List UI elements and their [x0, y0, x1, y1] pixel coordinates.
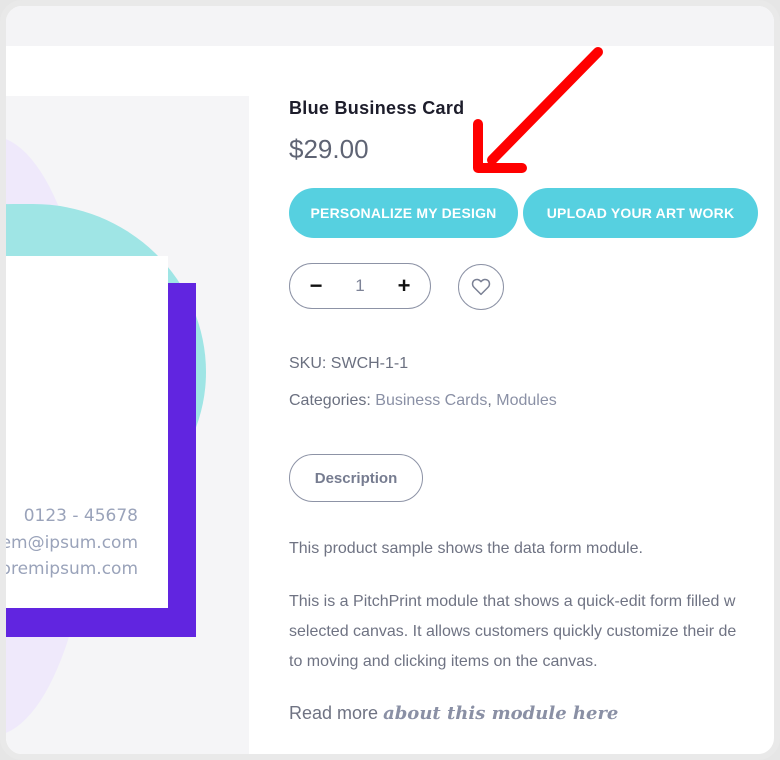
card-phone: 0123 - 45678 [23, 506, 138, 526]
categories-line: Categories: Business Cards, Modules [289, 392, 557, 410]
sku-line: SKU: SWCH-1-1 [289, 355, 408, 373]
heart-outline-icon [471, 278, 491, 296]
sku-label: SKU: [289, 355, 327, 372]
category-separator: , [487, 392, 492, 409]
read-more-prefix: Read more [289, 703, 379, 723]
quantity-value[interactable]: 1 [355, 276, 364, 296]
category-link-business-cards[interactable]: Business Cards [375, 392, 487, 409]
category-link-modules[interactable]: Modules [496, 392, 556, 409]
product-title: Blue Business Card [289, 98, 465, 118]
description-line-2: This is a PitchPrint module that shows a… [289, 593, 736, 610]
business-card-preview: 0123 - 45678 em@ipsum.com oremipsum.com [6, 256, 168, 608]
product-image[interactable]: 0123 - 45678 em@ipsum.com oremipsum.com [6, 96, 249, 754]
decrease-quantity-button[interactable]: − [306, 275, 326, 297]
description-line-3: selected canvas. It allows customers qui… [289, 623, 737, 640]
product-price: $29.00 [289, 134, 369, 164]
upload-artwork-button[interactable]: UPLOAD YOUR ART WORK [523, 188, 758, 238]
app-frame: 0123 - 45678 em@ipsum.com oremipsum.com … [0, 0, 780, 760]
read-more-link[interactable]: about this module here [383, 703, 618, 724]
sku-value: SWCH-1-1 [330, 355, 409, 372]
card-web: oremipsum.com [6, 559, 138, 579]
wishlist-button[interactable] [458, 264, 504, 310]
description-line-4: to moving and clicking items on the canv… [289, 653, 598, 670]
top-bar [6, 6, 774, 46]
quantity-stepper: − 1 + [289, 263, 431, 309]
card-email: em@ipsum.com [6, 533, 138, 553]
personalize-button[interactable]: PERSONALIZE MY DESIGN [289, 188, 518, 238]
increase-quantity-button[interactable]: + [394, 275, 414, 297]
read-more-line: Read more about this module here [289, 703, 618, 724]
description-line-1: This product sample shows the data form … [289, 540, 643, 557]
categories-label: Categories: [289, 392, 371, 409]
tab-description[interactable]: Description [289, 454, 423, 502]
